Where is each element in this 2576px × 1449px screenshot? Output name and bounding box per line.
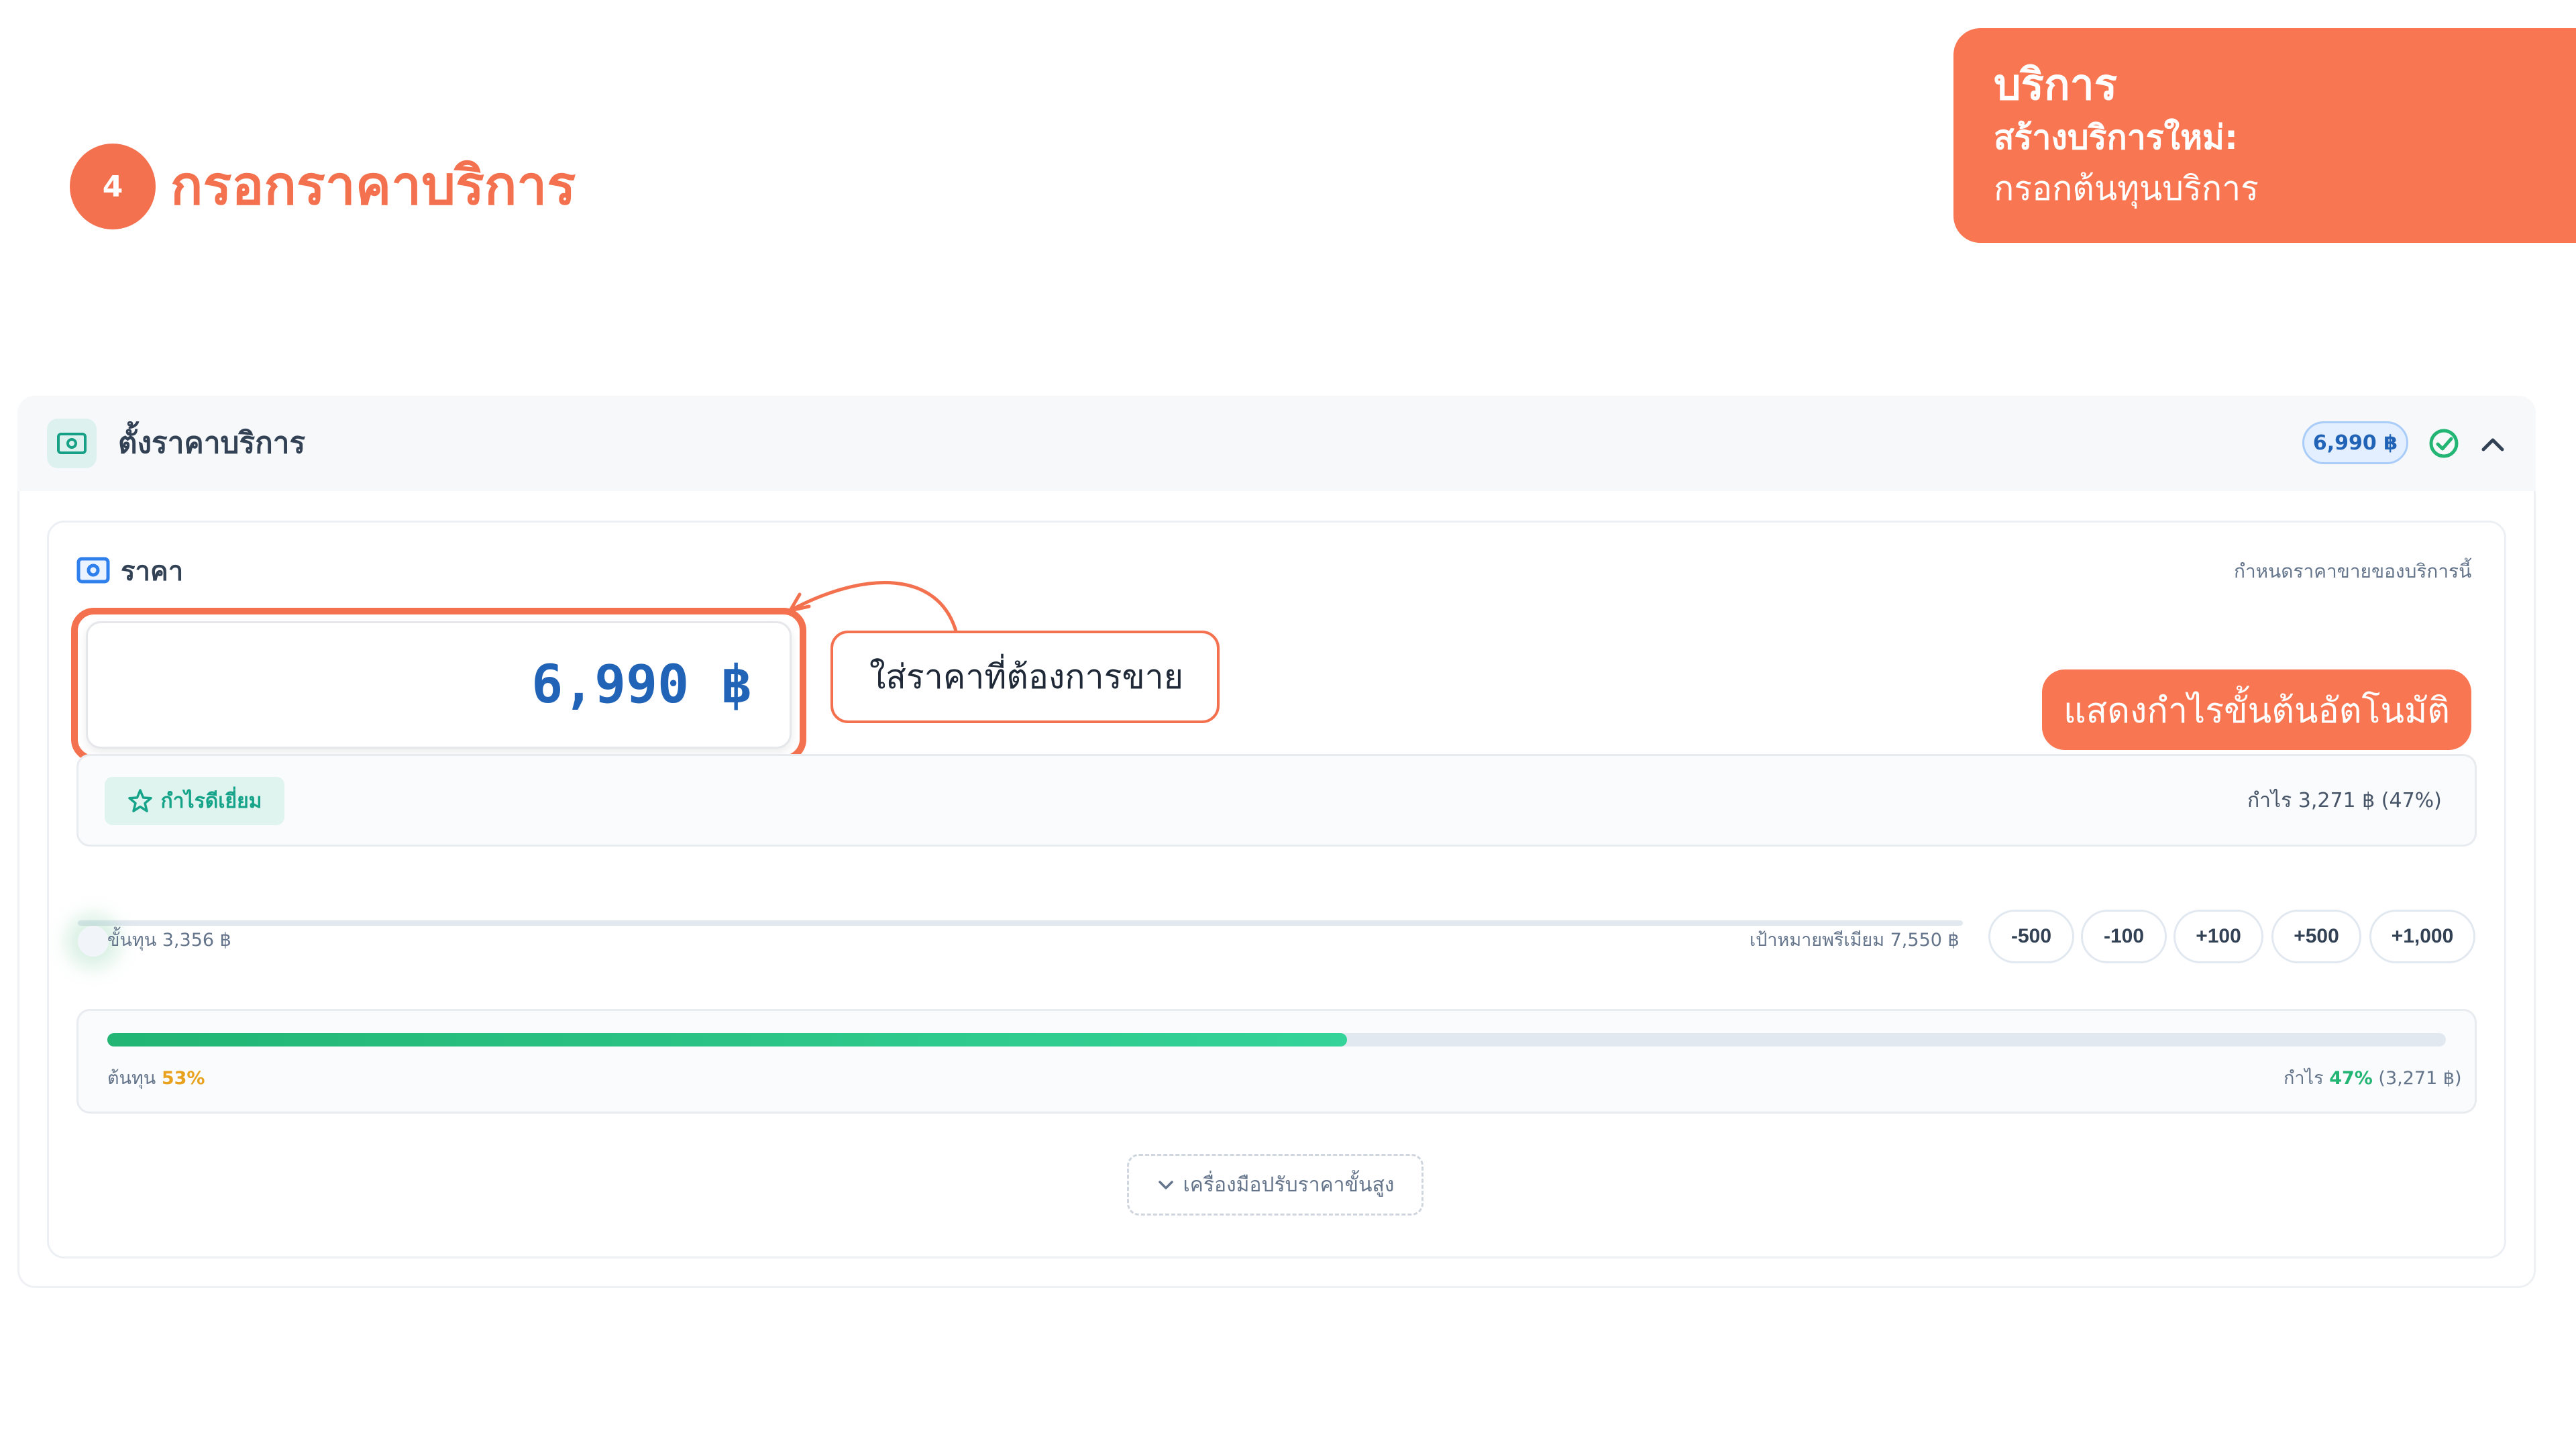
- adjust-plus-100-button[interactable]: +100: [2174, 910, 2263, 963]
- price-input[interactable]: [86, 621, 792, 749]
- cost-progress-fill: [107, 1033, 1347, 1046]
- auto-profit-badge: แสดงกำไรขั้นต้นอัตโนมัติ: [2042, 669, 2471, 750]
- info-card-description: กรอกต้นทุนบริการ: [1994, 169, 2259, 208]
- pricing-section-header[interactable]: [17, 396, 2536, 491]
- cost-percentage-label: ต้นทุน 53%: [107, 1068, 205, 1089]
- adjust-plus-500-button[interactable]: +500: [2271, 910, 2361, 963]
- price-slider-thumb[interactable]: [78, 926, 109, 957]
- info-card: บริการ สร้างบริการใหม่: กรอกต้นทุนบริการ: [1953, 28, 2576, 243]
- cost-breakdown: [76, 1009, 2477, 1114]
- price-summary-badge: 6,990 ฿: [2302, 421, 2408, 464]
- adjust-minus-500-button[interactable]: -500: [1988, 910, 2074, 963]
- info-card-title: บริการ: [1994, 60, 2118, 110]
- star-icon: [127, 789, 152, 812]
- adjust-minus-100-button[interactable]: -100: [2081, 910, 2167, 963]
- slider-max-label: เป้าหมายพรีเมียม 7,550 ฿: [1750, 930, 1960, 951]
- check-circle-icon: [2427, 427, 2461, 460]
- step-title: กรอกราคาบริการ: [170, 154, 576, 217]
- info-card-subtitle: สร้างบริการใหม่:: [1994, 118, 2238, 157]
- price-label: ราคา: [121, 556, 184, 587]
- money-icon: [47, 419, 97, 468]
- chevron-up-icon[interactable]: [2478, 429, 2508, 459]
- step-number-badge: 4: [70, 144, 156, 229]
- profit-percentage-label: กำไร 47% (3,271 ฿): [2284, 1068, 2462, 1089]
- cost-progress-track: [107, 1033, 2446, 1046]
- slider-min-label: ขั้นทุน 3,356 ฿: [107, 930, 231, 951]
- price-hint: กำหนดราคาขายของบริการนี้: [2234, 560, 2472, 582]
- price-callout: ใส่ราคาที่ต้องการขาย: [830, 631, 1220, 723]
- advanced-pricing-tools-label: เครื่องมือปรับราคาขั้นสูง: [1183, 1173, 1395, 1196]
- profit-rating-label: กำไรดีเยี่ยม: [160, 789, 262, 813]
- price-slider-track[interactable]: [78, 920, 1963, 926]
- chevron-down-icon: [1158, 1181, 1173, 1189]
- profit-rating-tag: กำไรดีเยี่ยม: [105, 777, 284, 825]
- adjust-plus-1000-button[interactable]: +1,000: [2369, 910, 2475, 963]
- section-title: ตั้งราคาบริการ: [118, 426, 306, 460]
- profit-status-row: [76, 754, 2477, 847]
- advanced-pricing-tools-button[interactable]: เครื่องมือปรับราคาขั้นสูง: [1127, 1154, 1424, 1216]
- money-icon: [76, 555, 110, 585]
- profit-amount: กำไร 3,271 ฿ (47%): [2247, 789, 2442, 812]
